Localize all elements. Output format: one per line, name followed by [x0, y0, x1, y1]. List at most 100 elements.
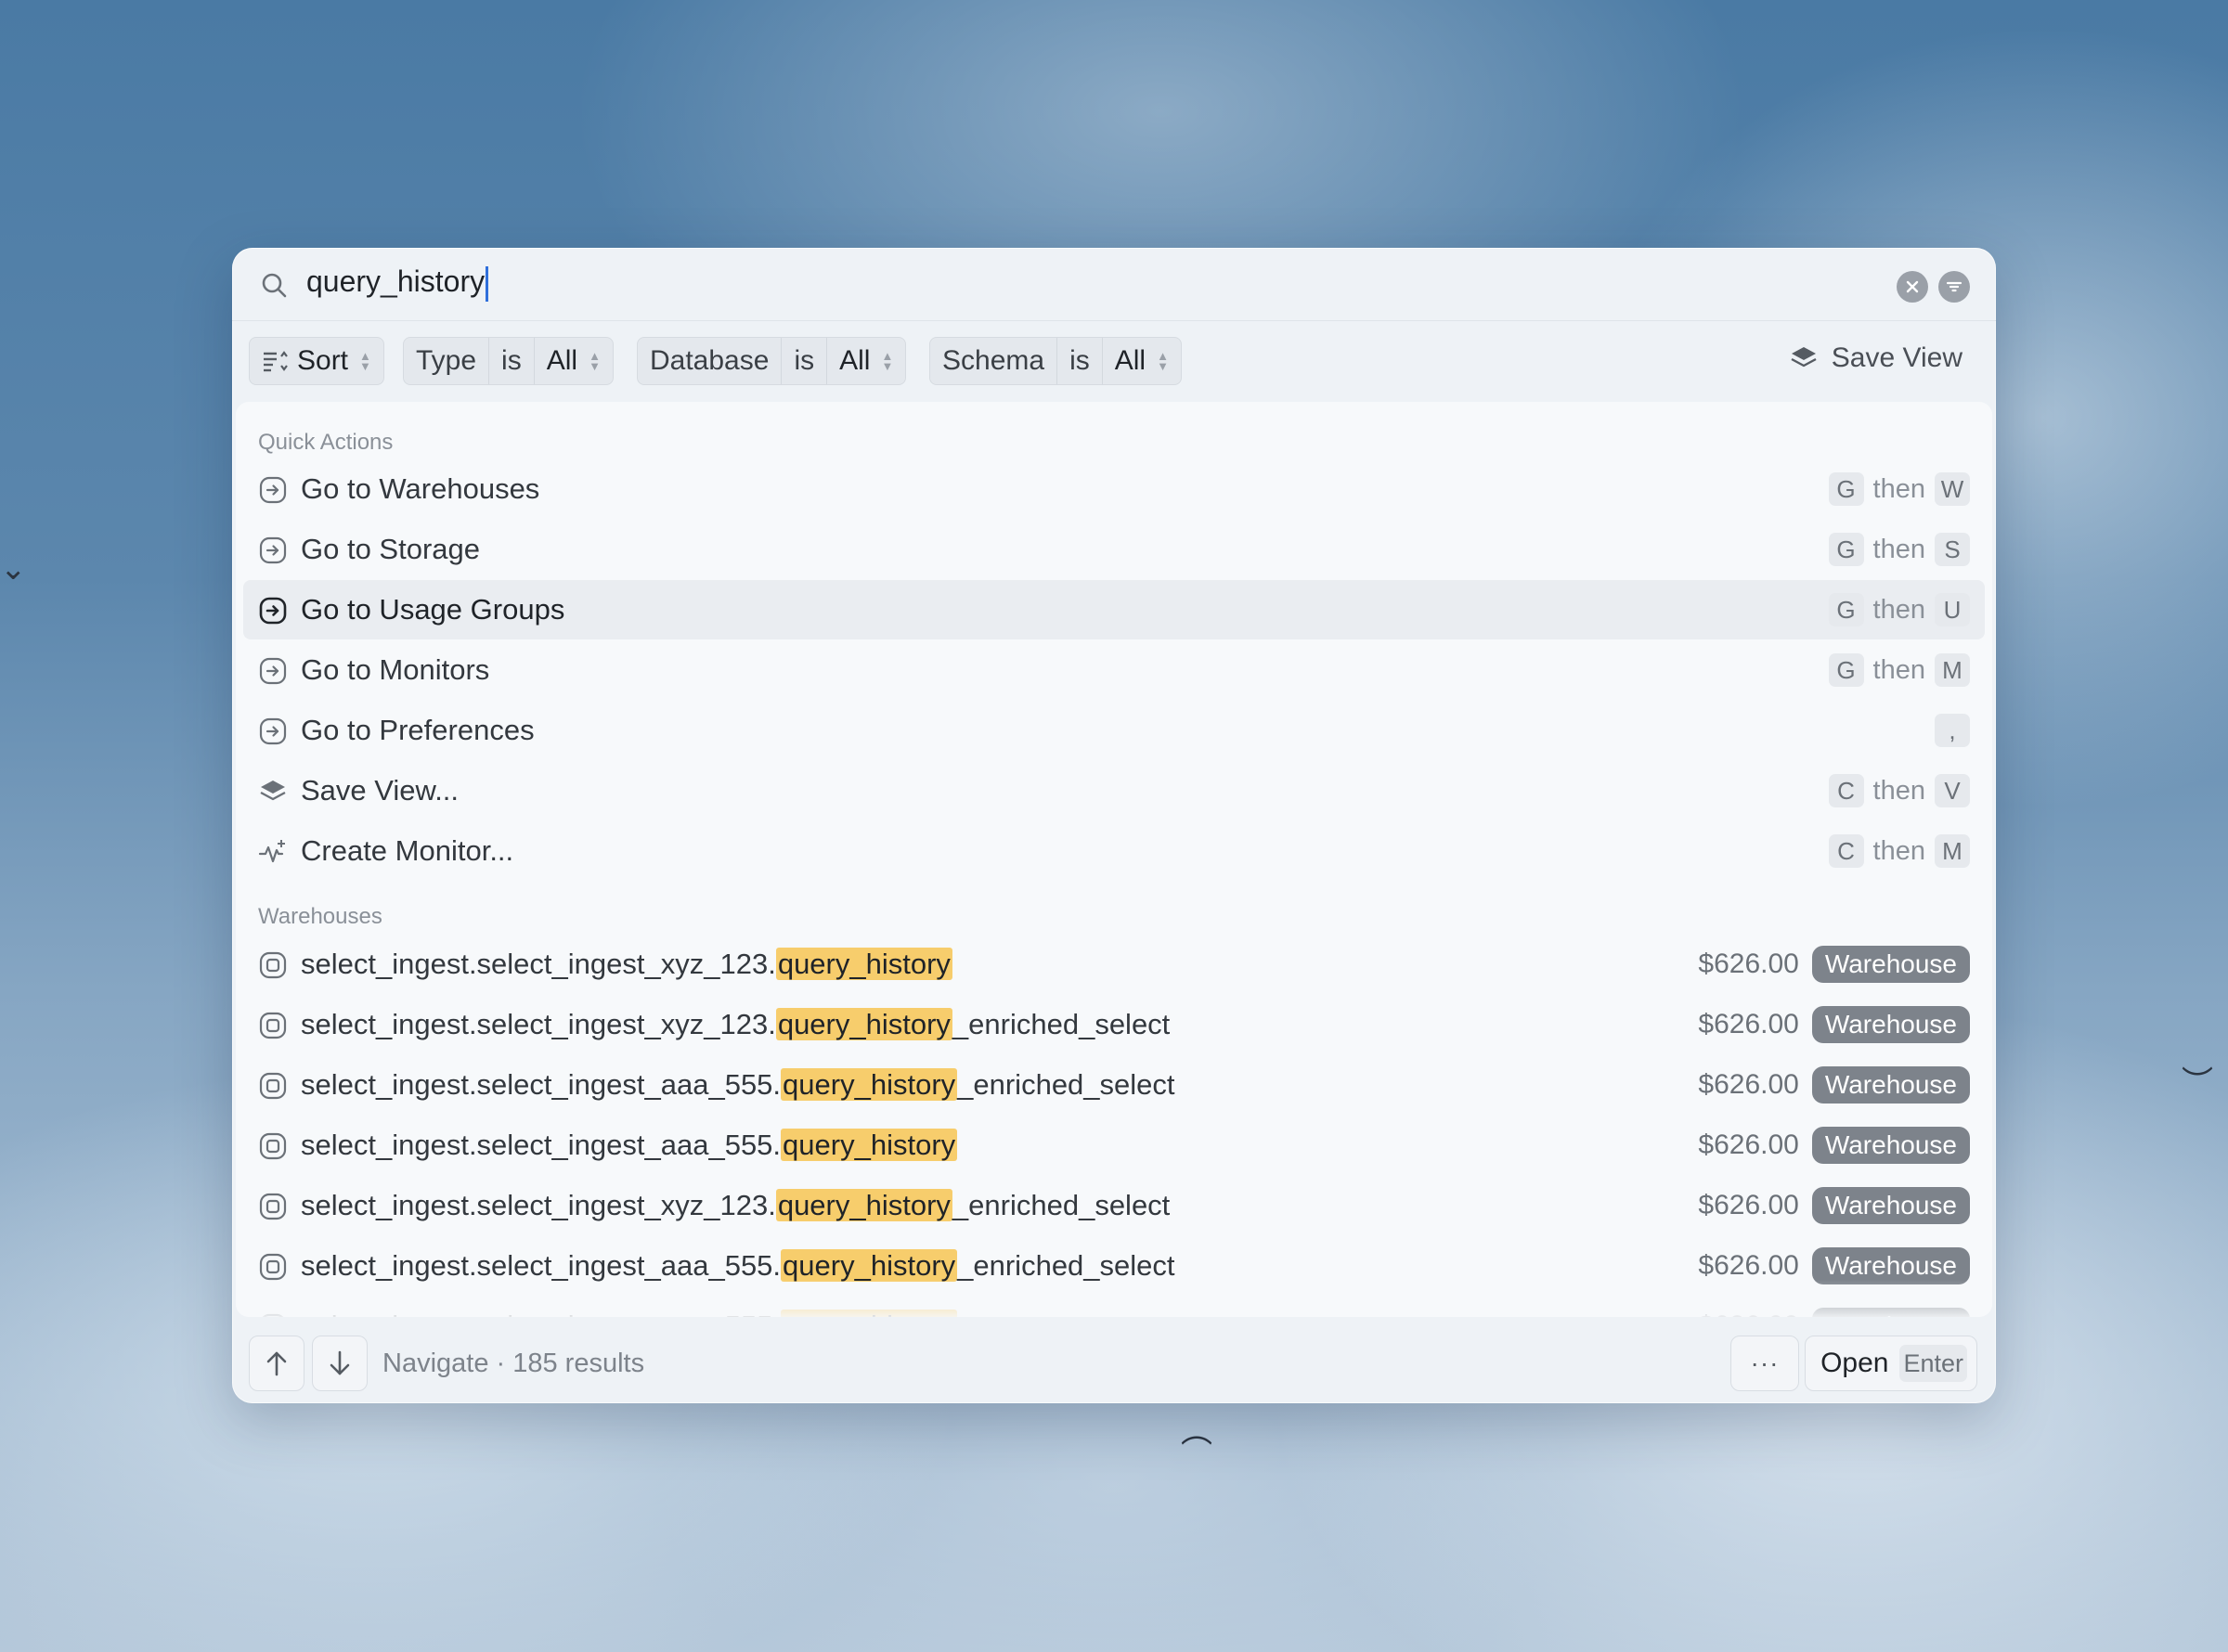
type-filter[interactable]: Type is All ▲ ▼	[403, 337, 614, 385]
search-icon	[262, 273, 287, 298]
warehouse-cost: $626.00	[1698, 1129, 1799, 1160]
schema-filter-value-label: All	[1114, 345, 1146, 376]
warehouse-name: select_ingest.select_ingest_aaa_555.quer…	[301, 1068, 1175, 1102]
filter-row: Sort ▲ ▼ Type is All ▲ ▼ Database is All ▲…	[249, 337, 1979, 385]
save-view-button[interactable]: Save View	[1789, 342, 1962, 374]
navigate-down-button[interactable]	[312, 1336, 368, 1391]
more-icon: ···	[1750, 1349, 1780, 1377]
filter-button[interactable]	[1938, 271, 1970, 303]
database-filter-op: is	[782, 338, 828, 384]
quick-action-item[interactable]: Save View... Cthen V	[243, 761, 1985, 820]
search-match-highlight: query_history	[775, 948, 952, 980]
warehouse-name-prefix: select_ingest.select_ingest_aaa_555.	[301, 1129, 782, 1161]
shortcut-then: then	[1872, 473, 1925, 504]
scroll-fade	[236, 1280, 1992, 1317]
search-match-highlight: query_history	[781, 1068, 958, 1101]
type-badge: Warehouse	[1811, 1127, 1970, 1164]
quick-action-label: Create Monitor...	[301, 834, 514, 867]
schema-filter-value[interactable]: All ▲ ▼	[1103, 338, 1181, 384]
shortcut-key: G	[1828, 593, 1864, 626]
database-filter-value[interactable]: All ▲ ▼	[827, 338, 905, 384]
shortcut-hint: Gthen M	[1828, 653, 1970, 687]
shortcut-key: M	[1935, 834, 1970, 868]
shortcut-then: then	[1872, 654, 1925, 685]
navigate-results-text: Navigate · 185 results	[382, 1349, 645, 1378]
type-filter-op: is	[489, 338, 535, 384]
layers-icon	[258, 777, 288, 807]
warehouse-name-suffix: _enriched_select	[957, 1249, 1175, 1282]
open-label: Open	[1820, 1348, 1889, 1378]
warehouse-item[interactable]: select_ingest.select_ingest_xyz_123.quer…	[243, 935, 1985, 994]
warehouse-meta: $626.00 Warehouse	[1698, 1247, 1970, 1284]
shortcut-then: then	[1872, 534, 1925, 564]
shortcut-key: S	[1935, 533, 1970, 566]
command-palette: query_history Sort ▲ ▼ Type is All ▲ ▼ D…	[232, 248, 1996, 1403]
warehouse-cost: $626.00	[1698, 1009, 1799, 1039]
quick-actions-heading: Quick Actions	[258, 430, 394, 455]
database-filter-field: Database	[638, 338, 783, 384]
schema-filter[interactable]: Schema is All ▲ ▼	[929, 337, 1182, 385]
quick-action-item[interactable]: Go to Storage Gthen S	[243, 520, 1985, 579]
shortcut-hint: Gthen S	[1828, 533, 1970, 566]
arrow-right-circle-icon	[258, 596, 288, 626]
warehouse-item[interactable]: select_ingest.select_ingest_xyz_123.quer…	[243, 1176, 1985, 1235]
updown-chevron-icon: ▲ ▼	[589, 349, 601, 373]
bird-icon: ︵	[1181, 1414, 1212, 1450]
warehouse-name-suffix: _enriched_select	[952, 1008, 1171, 1040]
sort-button[interactable]: Sort ▲ ▼	[249, 337, 384, 385]
shortcut-key: C	[1828, 774, 1864, 807]
updown-chevron-icon: ▲ ▼	[881, 349, 894, 373]
type-filter-value-label: All	[546, 345, 578, 376]
more-button[interactable]: ···	[1730, 1336, 1799, 1391]
quick-action-label: Go to Usage Groups	[301, 593, 565, 626]
close-icon	[1906, 280, 1919, 293]
quick-action-item[interactable]: Go to Warehouses Gthen W	[243, 459, 1985, 519]
clear-search-button[interactable]	[1897, 271, 1928, 303]
search-match-highlight: query_history	[781, 1129, 958, 1161]
quick-action-item[interactable]: Go to Monitors Gthen M	[243, 640, 1985, 700]
quick-action-item[interactable]: Create Monitor... Cthen M	[243, 821, 1985, 881]
arrow-right-circle-icon	[258, 656, 288, 686]
warehouse-cost: $626.00	[1698, 1069, 1799, 1100]
quick-action-item[interactable]: Go to Preferences,	[243, 701, 1985, 760]
shortcut-hint: Cthen V	[1828, 774, 1970, 807]
warehouse-name: select_ingest.select_ingest_xyz_123.quer…	[301, 948, 952, 981]
warehouse-item[interactable]: select_ingest.select_ingest_aaa_555.quer…	[243, 1055, 1985, 1115]
warehouse-name-prefix: select_ingest.select_ingest_aaa_555.	[301, 1068, 782, 1101]
shortcut-key: G	[1828, 533, 1864, 566]
warehouse-item[interactable]: select_ingest.select_ingest_aaa_555.quer…	[243, 1116, 1985, 1175]
quick-action-label: Save View...	[301, 774, 460, 807]
type-badge: Warehouse	[1811, 1247, 1970, 1284]
type-badge: Warehouse	[1811, 1187, 1970, 1224]
arrow-right-circle-icon	[258, 536, 288, 565]
type-filter-field: Type	[404, 338, 490, 384]
warehouse-item[interactable]: select_ingest.select_ingest_xyz_123.quer…	[243, 995, 1985, 1054]
warehouse-cost: $626.00	[1698, 1190, 1799, 1220]
search-input[interactable]: query_history	[306, 265, 489, 302]
layers-icon	[1791, 347, 1817, 368]
quick-action-label: Go to Preferences	[301, 714, 535, 746]
shortcut-key: U	[1935, 593, 1970, 626]
warehouse-name-suffix: _enriched_select	[952, 1189, 1171, 1221]
enter-key-hint: Enter	[1899, 1345, 1967, 1382]
warehouse-name: select_ingest.select_ingest_aaa_555.quer…	[301, 1129, 958, 1162]
open-button[interactable]: Open Enter	[1805, 1336, 1977, 1391]
sort-icon	[264, 351, 288, 372]
type-filter-value[interactable]: All ▲ ▼	[535, 338, 613, 384]
schema-filter-field: Schema	[930, 338, 1058, 384]
shortcut-hint: Cthen M	[1828, 834, 1970, 868]
warehouse-icon	[258, 1011, 288, 1040]
schema-filter-op: is	[1057, 338, 1103, 384]
warehouse-name: select_ingest.select_ingest_aaa_555.quer…	[301, 1249, 1175, 1283]
database-filter[interactable]: Database is All ▲ ▼	[637, 337, 907, 385]
warehouses-heading: Warehouses	[258, 904, 382, 929]
quick-action-label: Go to Monitors	[301, 653, 490, 686]
search-match-highlight: query_history	[781, 1249, 958, 1282]
navigate-up-button[interactable]	[249, 1336, 304, 1391]
warehouse-name: select_ingest.select_ingest_xyz_123.quer…	[301, 1008, 1170, 1041]
arrow-right-circle-icon	[258, 475, 288, 505]
shortcut-key: C	[1828, 834, 1864, 868]
quick-action-item[interactable]: Go to Usage Groups Gthen U	[243, 580, 1985, 639]
warehouse-name-prefix: select_ingest.select_ingest_xyz_123.	[301, 1008, 776, 1040]
shortcut-then: then	[1872, 594, 1925, 625]
